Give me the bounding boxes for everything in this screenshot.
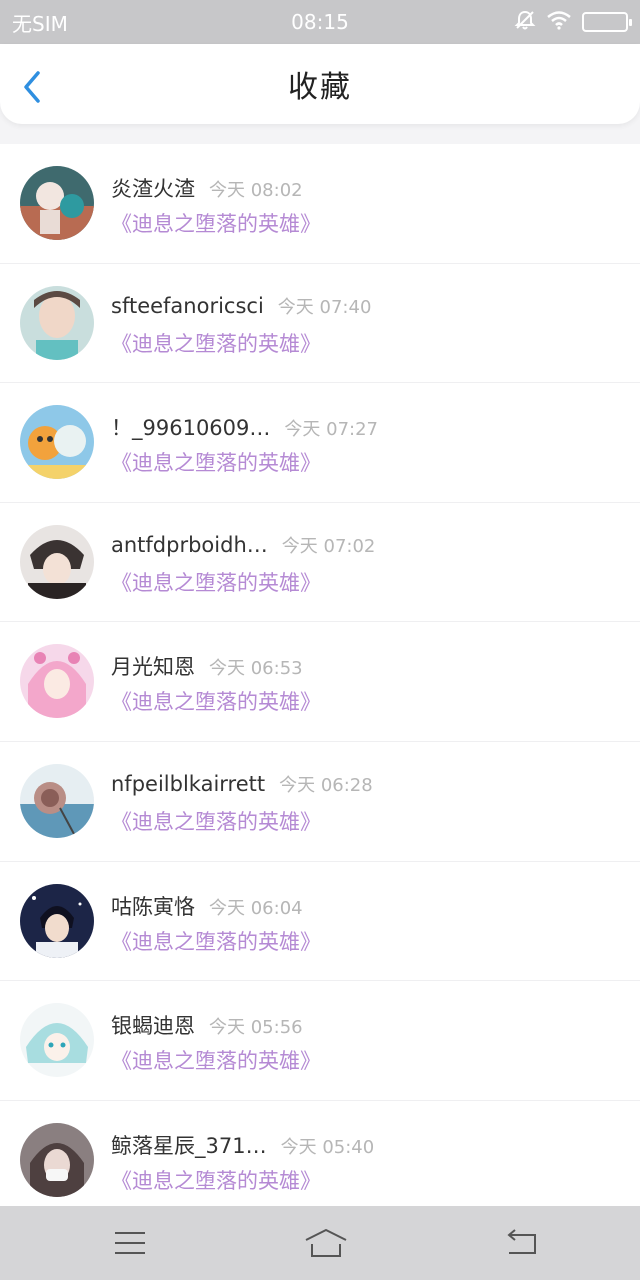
user-name-text: 咕陈寅恪	[111, 894, 195, 919]
timestamp: 今天 06:04	[209, 897, 303, 919]
timestamp: 今天 05:40	[280, 1136, 375, 1158]
home-icon[interactable]	[304, 1225, 348, 1261]
timestamp: 今天 08:02	[209, 180, 303, 201]
status-bar: 无SIM 08:15	[0, 0, 640, 44]
avatar[interactable]	[20, 1122, 94, 1197]
list-item[interactable]: 炎渣火渣 今天 08:02 《迪息之堕落的英雄》	[0, 144, 640, 264]
avatar[interactable]	[20, 883, 94, 958]
user-name: 炎渣火渣 今天 08:02	[111, 173, 303, 203]
chevron-left-icon[interactable]	[20, 70, 50, 103]
avatar[interactable]	[20, 166, 94, 240]
timestamp: 今天 05:56	[209, 1017, 303, 1039]
book-title[interactable]: 《迪息之堕落的英雄》	[111, 447, 321, 477]
carrier-label: 无SIM	[12, 11, 68, 36]
header-area: 收藏	[0, 44, 640, 144]
user-name-text: 炎渣火渣	[111, 177, 195, 201]
user-name: 月光知恩 今天 06:53	[111, 651, 303, 681]
user-name: antfdprboidh… 今天 07:02	[111, 532, 375, 558]
favorites-list: 炎渣火渣 今天 08:02 《迪息之堕落的英雄》 sfteefanoricsci 今…	[0, 144, 640, 1206]
system-nav-bar	[0, 1206, 640, 1280]
user-name: nfpeilblkairrett 今天 06:28	[111, 771, 373, 797]
book-title[interactable]: 《迪息之堕落的英雄》	[111, 806, 321, 836]
user-name: ！_99610609… 今天 07:27	[111, 412, 378, 442]
avatar[interactable]	[20, 524, 94, 599]
list-item[interactable]: nfpeilblkairrett 今天 06:28 《迪息之堕落的英雄》	[0, 742, 640, 862]
avatar[interactable]	[20, 285, 94, 360]
book-title[interactable]: 《迪息之堕落的英雄》	[111, 1045, 321, 1075]
list-item[interactable]: ！_99610609… 今天 07:27 《迪息之堕落的英雄》	[0, 383, 640, 503]
user-name-text: 鲸落星辰_371…	[111, 1133, 267, 1158]
avatar[interactable]	[20, 1003, 94, 1078]
list-item[interactable]: antfdprboidh… 今天 07:02 《迪息之堕落的英雄》	[0, 503, 640, 623]
avatar[interactable]	[20, 644, 94, 719]
timestamp: 今天 06:28	[279, 774, 373, 796]
page-title: 收藏	[288, 70, 352, 105]
status-icons	[514, 9, 632, 36]
user-name-text: sfteefanoricsci	[111, 293, 264, 318]
user-name: sfteefanoricsci 今天 07:40	[111, 293, 371, 319]
list-item[interactable]: 月光知恩 今天 06:53 《迪息之堕落的英雄》	[0, 622, 640, 742]
timestamp: 今天 07:27	[284, 419, 378, 441]
user-name-text: nfpeilblkairrett	[111, 771, 266, 796]
wifi-icon	[546, 10, 572, 35]
back-icon[interactable]	[500, 1225, 544, 1261]
book-title[interactable]: 《迪息之堕落的英雄》	[111, 686, 321, 716]
battery-icon	[582, 12, 632, 32]
list-item[interactable]: sfteefanoricsci 今天 07:40 《迪息之堕落的英雄》	[0, 264, 640, 384]
avatar[interactable]	[20, 763, 94, 838]
avatar[interactable]	[20, 405, 94, 480]
menu-icon[interactable]	[108, 1225, 152, 1261]
user-name-text: 银蝎迪恩	[111, 1014, 195, 1039]
user-name-text: 月光知恩	[111, 655, 195, 680]
user-name: 银蝎迪恩 今天 05:56	[111, 1010, 303, 1040]
book-title[interactable]: 《迪息之堕落的英雄》	[111, 1165, 321, 1195]
list-item[interactable]: 银蝎迪恩 今天 05:56 《迪息之堕落的英雄》	[0, 981, 640, 1101]
timestamp: 今天 07:40	[277, 296, 372, 318]
user-name: 咕陈寅恪 今天 06:04	[111, 891, 303, 921]
book-title[interactable]: 《迪息之堕落的英雄》	[111, 926, 321, 956]
book-title[interactable]: 《迪息之堕落的英雄》	[111, 208, 321, 238]
user-name-text: antfdprboidh…	[111, 532, 268, 557]
book-title[interactable]: 《迪息之堕落的英雄》	[111, 328, 321, 358]
timestamp: 今天 07:02	[281, 535, 376, 557]
list-item[interactable]: 咕陈寅恪 今天 06:04 《迪息之堕落的英雄》	[0, 862, 640, 982]
user-name: 鲸落星辰_371… 今天 05:40	[111, 1130, 374, 1160]
bell-off-icon	[514, 9, 536, 36]
book-title[interactable]: 《迪息之堕落的英雄》	[111, 567, 321, 597]
list-item[interactable]: 鲸落星辰_371… 今天 05:40 《迪息之堕落的英雄》	[0, 1101, 640, 1206]
user-name-text: ！_99610609…	[111, 416, 271, 441]
timestamp: 今天 06:53	[209, 658, 303, 680]
header: 收藏	[0, 44, 640, 124]
